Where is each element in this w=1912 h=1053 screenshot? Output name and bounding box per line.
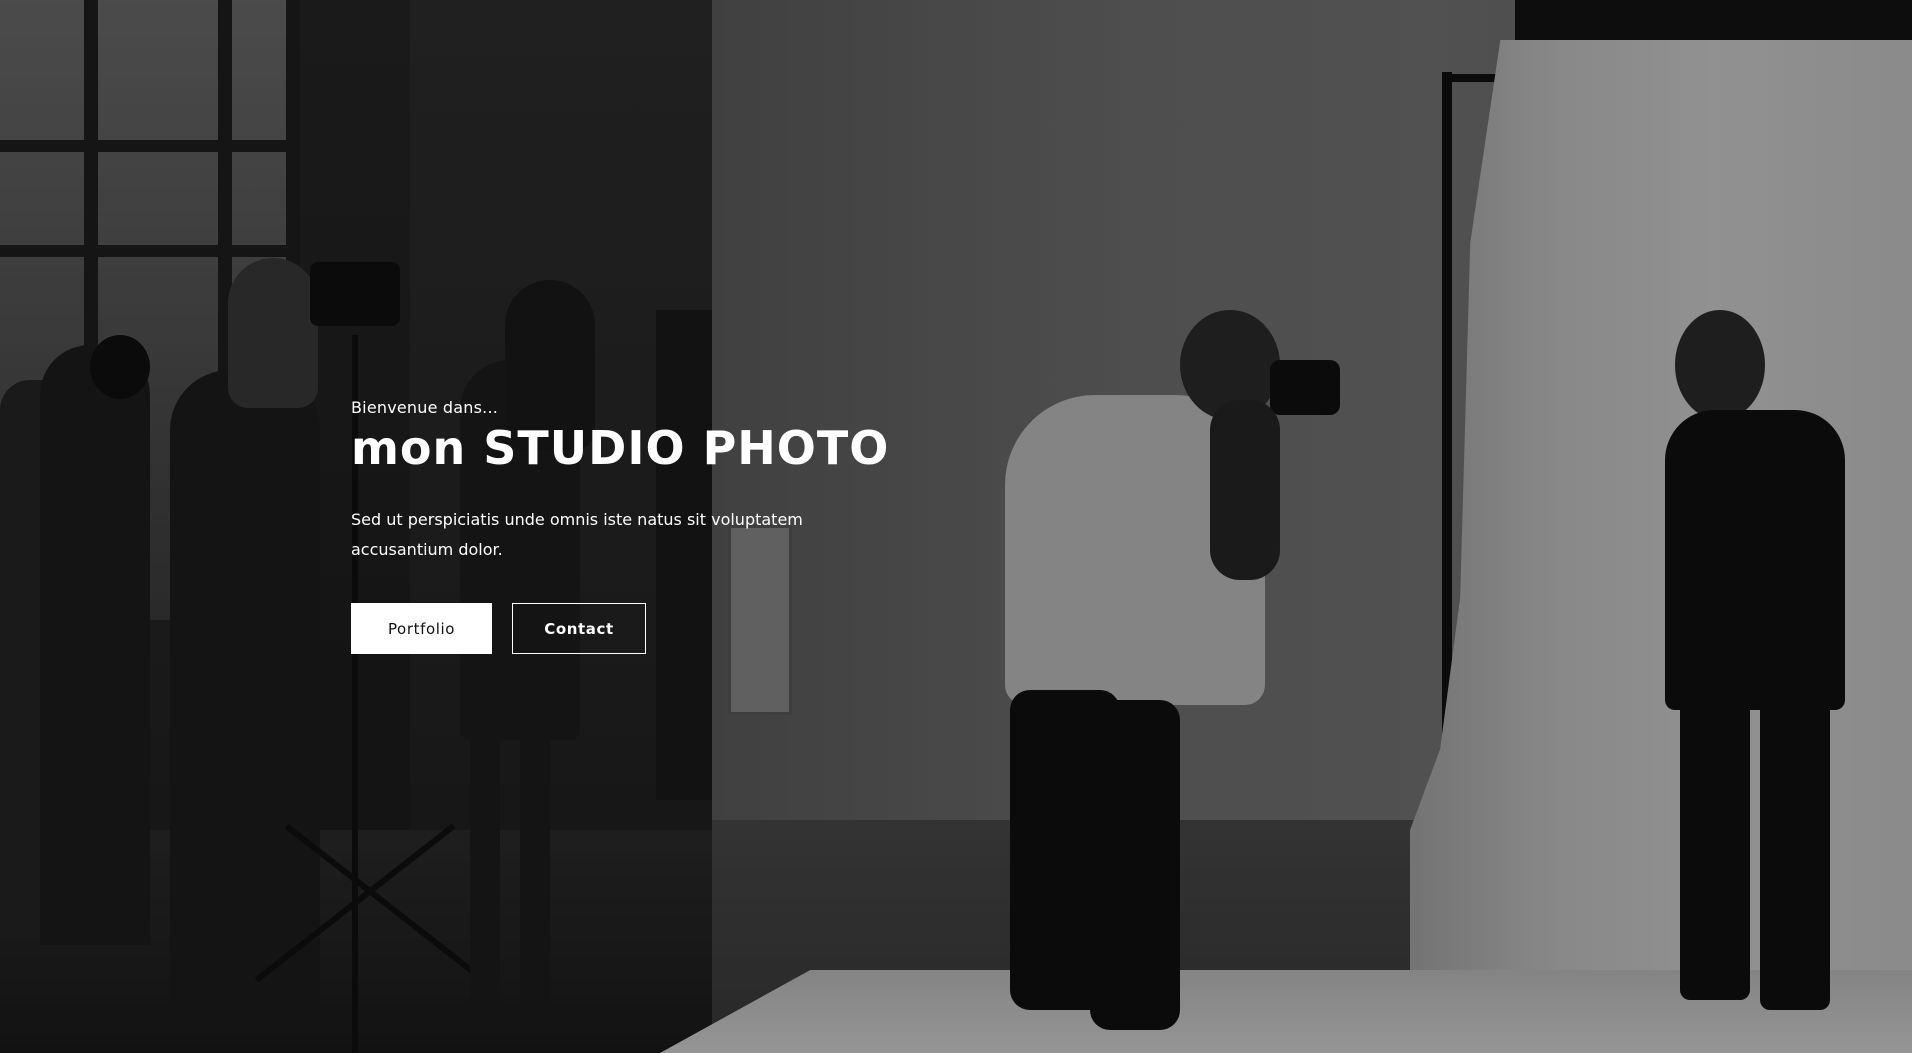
hero-section: Bienvenue dans... mon STUDIO PHOTO Sed u…: [0, 0, 1912, 1053]
hero-title: mon STUDIO PHOTO: [351, 421, 890, 475]
hero-content: Bienvenue dans... mon STUDIO PHOTO Sed u…: [351, 398, 991, 654]
hero-kicker: Bienvenue dans...: [351, 398, 499, 417]
contact-button[interactable]: Contact: [512, 603, 646, 654]
portfolio-button[interactable]: Portfolio: [351, 603, 492, 654]
hero-description: Sed ut perspiciatis unde omnis iste natu…: [351, 510, 803, 559]
hero-buttons: Portfolio Contact: [351, 603, 991, 654]
